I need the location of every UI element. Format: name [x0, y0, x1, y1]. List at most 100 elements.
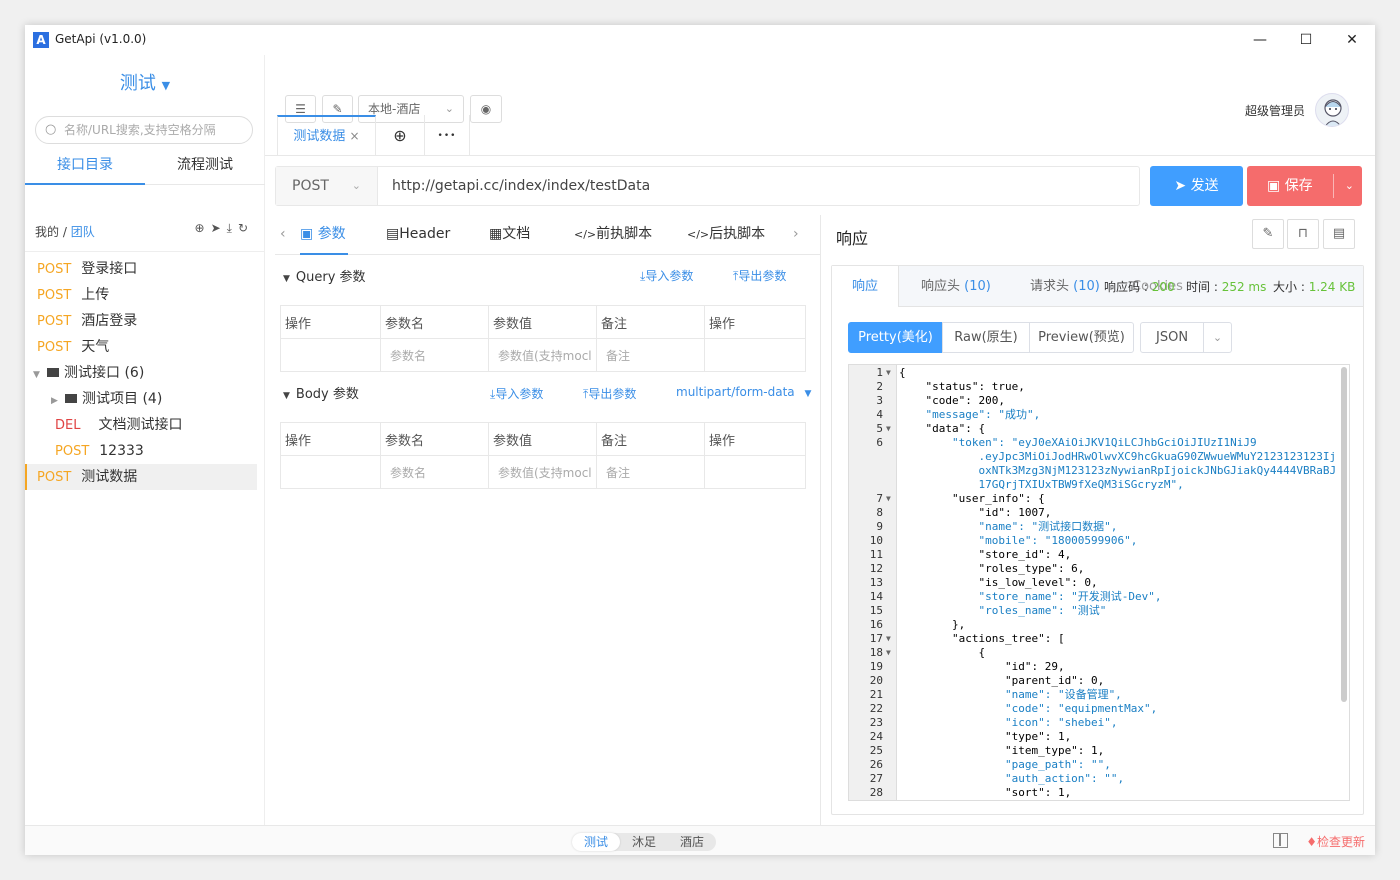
- tab-pre-script[interactable]: </>前执脚本: [574, 217, 652, 255]
- param-note-input[interactable]: 备注: [596, 338, 705, 372]
- tab-request-headers[interactable]: 请求头 (10): [1030, 266, 1100, 307]
- code-text: },: [899, 618, 966, 631]
- check-update-link[interactable]: ♦检查更新: [1306, 833, 1365, 850]
- tab-docs[interactable]: ▦文档: [489, 217, 530, 255]
- scrollbar[interactable]: [1341, 367, 1347, 702]
- format-raw-button[interactable]: Raw(原生): [942, 322, 1030, 353]
- chevron-down-icon[interactable]: ⌄: [1203, 323, 1231, 352]
- code-text: "auth_action": "",: [899, 772, 1125, 785]
- env-option-test[interactable]: 测试: [572, 833, 621, 851]
- item-label: 12333: [99, 443, 144, 459]
- env-option-hotel[interactable]: 酒店: [668, 833, 716, 851]
- list-item[interactable]: POST 酒店登录: [25, 308, 265, 334]
- list-item-selected[interactable]: POST 测试数据: [25, 464, 257, 490]
- chevron-down-icon[interactable]: ⌄: [1345, 166, 1354, 206]
- tab-api-directory[interactable]: 接口目录: [25, 155, 145, 185]
- minimize-button[interactable]: —: [1237, 25, 1283, 55]
- column-header: 备注: [596, 422, 705, 456]
- lock-button[interactable]: ⊓: [1287, 219, 1319, 249]
- caret-down-icon: ▼: [161, 79, 171, 92]
- list-item[interactable]: POST 上传: [25, 282, 265, 308]
- scroll-left-icon[interactable]: ‹: [280, 217, 286, 255]
- tab-params[interactable]: ▣ 参数: [300, 217, 348, 255]
- caret-down-icon: ▼: [804, 389, 812, 399]
- body-import-link[interactable]: ⤓导入参数: [490, 385, 543, 402]
- table-row: 参数名 参数值(支持mocl 备注: [280, 338, 806, 372]
- close-tab-icon[interactable]: ×: [350, 129, 360, 143]
- param-name-input[interactable]: 参数名: [380, 455, 489, 489]
- method-badge: POST: [55, 444, 90, 459]
- layout-toggle-icon[interactable]: [1273, 833, 1288, 848]
- send-button[interactable]: ➤ 发送: [1150, 166, 1243, 206]
- folder-item[interactable]: ▶ 测试项目 (4): [25, 386, 265, 412]
- list-item[interactable]: POST 登录接口: [25, 256, 265, 282]
- param-value-input[interactable]: 参数值(支持mocl: [488, 338, 597, 372]
- line-number: 13: [869, 576, 883, 589]
- list-item[interactable]: POST 12333: [25, 438, 265, 464]
- breadcrumb-mine[interactable]: 我的: [35, 225, 59, 239]
- method-select[interactable]: POST ⌄: [276, 167, 378, 205]
- tab-flow-test[interactable]: 流程测试: [145, 155, 265, 185]
- tab-header[interactable]: ▤Header: [386, 217, 450, 255]
- scroll-right-icon[interactable]: ›: [793, 217, 799, 255]
- method-badge: POST: [37, 340, 72, 355]
- fold-toggle-icon[interactable]: ▼: [886, 632, 891, 646]
- code-line: 27 "auth_action": "",: [849, 772, 1349, 786]
- tab-response[interactable]: 响应: [832, 266, 900, 307]
- content-type-select[interactable]: multipart/form-data ▼: [676, 385, 811, 399]
- line-number: 4: [876, 408, 883, 421]
- list-item[interactable]: POST 天气: [25, 334, 265, 360]
- body-export-link[interactable]: ⤒导出参数: [583, 385, 636, 402]
- breadcrumb-team[interactable]: 团队: [71, 225, 95, 239]
- panel-divider[interactable]: [820, 215, 821, 825]
- query-section-title[interactable]: ▼ Query 参数: [283, 266, 366, 285]
- tab-label: 响应头: [921, 279, 961, 294]
- query-import-link[interactable]: ⤓导入参数: [640, 267, 693, 284]
- code-text: "token": "eyJ0eXAiOiJKV1QiLCJhbGciOiJIUz…: [899, 436, 1257, 449]
- query-export-link[interactable]: ⤒导出参数: [733, 267, 786, 284]
- section-label: Body 参数: [295, 387, 359, 402]
- more-tabs-button[interactable]: •••: [425, 115, 470, 156]
- add-tab-button[interactable]: ⊕: [376, 115, 425, 156]
- line-number: 7: [876, 492, 883, 505]
- tab-post-script[interactable]: </>后执脚本: [687, 217, 765, 255]
- param-name-input[interactable]: 参数名: [380, 338, 489, 372]
- list-item[interactable]: DEL 文档测试接口: [25, 412, 265, 438]
- env-option-spa[interactable]: 沐足: [620, 833, 668, 851]
- fold-toggle-icon[interactable]: ▼: [886, 366, 891, 380]
- save-response-button[interactable]: ▤: [1323, 219, 1355, 249]
- table-cell: [704, 455, 806, 489]
- code-text: .eyJpc3MiOiJodHRwOlwvXC9hcGkuaG90ZWwueWM…: [899, 450, 1337, 463]
- maximize-button[interactable]: ☐: [1283, 25, 1329, 55]
- body-section-title[interactable]: ▼ Body 参数: [283, 383, 359, 402]
- fold-toggle-icon[interactable]: ▼: [886, 422, 891, 436]
- format-pretty-button[interactable]: Pretty(美化): [848, 322, 943, 353]
- code-line: 10 "mobile": "18000599906",: [849, 534, 1349, 548]
- folder-item[interactable]: ▼ 测试接口 (6): [25, 360, 265, 386]
- send-icon[interactable]: ➤: [211, 221, 227, 235]
- breadcrumb-separator: /: [59, 225, 71, 239]
- add-icon[interactable]: ⊕: [195, 221, 211, 235]
- caret-right-icon[interactable]: ▶: [51, 388, 65, 414]
- url-input[interactable]: http://getapi.cc/index/index/testData: [392, 167, 650, 205]
- code-text: "id": 29,: [899, 660, 1065, 673]
- tab-response-headers[interactable]: 响应头 (10): [921, 266, 991, 307]
- fold-toggle-icon[interactable]: ▼: [886, 492, 891, 506]
- download-icon[interactable]: ⤓: [227, 221, 238, 235]
- edit-response-button[interactable]: ✎: [1252, 219, 1284, 249]
- code-line: 25 "item_type": 1,: [849, 744, 1349, 758]
- param-value-input[interactable]: 参数值(支持mocl: [488, 455, 597, 489]
- json-viewer[interactable]: 1 ▼{2 "status": true, 3 "code": 200, 4 "mes…: [848, 364, 1350, 801]
- fold-toggle-icon[interactable]: ▼: [886, 646, 891, 660]
- format-preview-button[interactable]: Preview(预览): [1029, 322, 1134, 353]
- project-selector[interactable]: 测试 ▼: [25, 69, 265, 95]
- refresh-icon[interactable]: ↻: [238, 221, 254, 235]
- close-button[interactable]: ✕: [1329, 25, 1375, 55]
- param-note-input[interactable]: 备注: [596, 455, 705, 489]
- project-name[interactable]: 测试: [120, 73, 156, 94]
- search-input[interactable]: ○ 名称/URL搜索,支持空格分隔: [35, 116, 253, 144]
- tab-test-data[interactable]: 测试数据 ×: [277, 115, 376, 156]
- format-type-select[interactable]: JSON ⌄: [1140, 322, 1232, 353]
- save-button[interactable]: ▣ 保存 ⌄: [1247, 166, 1362, 206]
- caret-down-icon[interactable]: ▼: [33, 362, 47, 388]
